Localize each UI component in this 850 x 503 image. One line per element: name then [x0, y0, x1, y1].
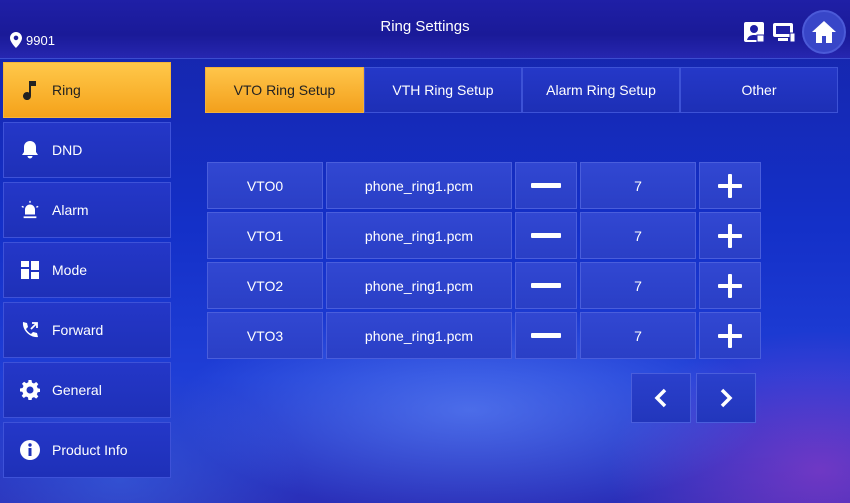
ring-table: VTO0 phone_ring1.pcm 7 VTO1 phone_ring1.…: [207, 162, 761, 362]
sidebar-item-general[interactable]: General: [3, 362, 171, 418]
top-bar: 9901 Ring Settings: [0, 0, 850, 59]
info-icon: [20, 440, 40, 460]
plus-icon: [718, 173, 742, 198]
table-row: VTO0 phone_ring1.pcm 7: [207, 162, 761, 209]
minus-icon: [531, 233, 561, 238]
sidebar-item-label: Ring: [52, 82, 81, 98]
chevron-right-icon: [720, 388, 733, 408]
device-name: VTO1: [207, 212, 323, 259]
alarm-siren-icon: [20, 200, 40, 220]
sidebar-item-label: Alarm: [52, 202, 89, 218]
minus-icon: [531, 183, 561, 188]
bell-icon: [20, 140, 40, 160]
plus-icon: [718, 273, 742, 298]
device-name: VTO0: [207, 162, 323, 209]
sidebar-item-label: Mode: [52, 262, 88, 278]
previous-page-button[interactable]: [631, 373, 691, 423]
volume-decrease-button[interactable]: [515, 262, 577, 309]
volume-decrease-button[interactable]: [515, 162, 577, 209]
call-forward-icon: [20, 320, 40, 340]
plus-icon: [718, 323, 742, 348]
plus-icon: [718, 223, 742, 248]
table-row: VTO2 phone_ring1.pcm 7: [207, 262, 761, 309]
sidebar-item-label: General: [52, 382, 102, 398]
ring-file-select[interactable]: phone_ring1.pcm: [326, 162, 512, 209]
tab-other[interactable]: Other: [680, 67, 838, 113]
ring-file-select[interactable]: phone_ring1.pcm: [326, 262, 512, 309]
table-row: VTO3 phone_ring1.pcm 7: [207, 312, 761, 359]
sidebar: Ring DND Alarm Mode Forward General Prod…: [3, 62, 171, 482]
chevron-left-icon: [654, 388, 667, 408]
tab-vth-ring-setup[interactable]: VTH Ring Setup: [364, 67, 522, 113]
grid-icon: [20, 260, 40, 280]
minus-icon: [531, 283, 561, 288]
sidebar-item-ring[interactable]: Ring: [3, 62, 171, 118]
sidebar-item-label: Forward: [52, 322, 104, 338]
sidebar-item-forward[interactable]: Forward: [3, 302, 171, 358]
volume-decrease-button[interactable]: [515, 312, 577, 359]
ring-file-select[interactable]: phone_ring1.pcm: [326, 212, 512, 259]
volume-increase-button[interactable]: [699, 212, 761, 259]
next-page-button[interactable]: [696, 373, 756, 423]
device-name: VTO2: [207, 262, 323, 309]
sidebar-item-mode[interactable]: Mode: [3, 242, 171, 298]
ring-tabs: VTO Ring Setup VTH Ring Setup Alarm Ring…: [205, 67, 838, 113]
volume-increase-button[interactable]: [699, 312, 761, 359]
device-name: VTO3: [207, 312, 323, 359]
sidebar-item-product-info[interactable]: Product Info: [3, 422, 171, 478]
table-row: VTO1 phone_ring1.pcm 7: [207, 212, 761, 259]
volume-value: 7: [580, 312, 696, 359]
music-note-icon: [20, 80, 40, 100]
volume-increase-button[interactable]: [699, 262, 761, 309]
contact-card-icon[interactable]: [742, 20, 766, 44]
home-icon: [812, 21, 836, 43]
volume-value: 7: [580, 262, 696, 309]
sidebar-item-label: DND: [52, 142, 83, 158]
tab-alarm-ring-setup[interactable]: Alarm Ring Setup: [522, 67, 680, 113]
volume-decrease-button[interactable]: [515, 212, 577, 259]
ring-file-select[interactable]: phone_ring1.pcm: [326, 312, 512, 359]
minus-icon: [531, 333, 561, 338]
sidebar-item-alarm[interactable]: Alarm: [3, 182, 171, 238]
volume-value: 7: [580, 162, 696, 209]
monitor-icon[interactable]: [772, 20, 796, 44]
sidebar-item-dnd[interactable]: DND: [3, 122, 171, 178]
tab-vto-ring-setup[interactable]: VTO Ring Setup: [205, 67, 364, 113]
sidebar-item-label: Product Info: [52, 442, 128, 458]
page-title: Ring Settings: [380, 18, 470, 35]
gear-icon: [20, 380, 40, 400]
volume-increase-button[interactable]: [699, 162, 761, 209]
pagination: [631, 373, 756, 423]
volume-value: 7: [580, 212, 696, 259]
home-button[interactable]: [802, 10, 846, 54]
